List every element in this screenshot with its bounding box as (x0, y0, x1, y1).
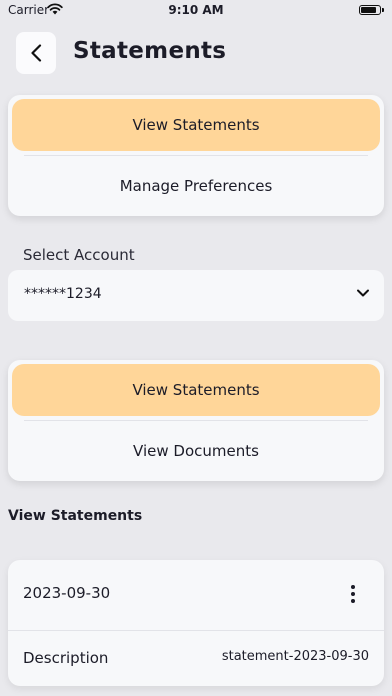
segment-divider (24, 155, 368, 156)
account-select[interactable]: ******1234 (8, 270, 384, 321)
battery-icon (359, 5, 384, 15)
chevron-left-icon (31, 44, 42, 62)
section-title: View Statements (8, 508, 143, 524)
status-bar: Carrier 9:10 AM (0, 0, 392, 22)
select-account-label: Select Account (23, 246, 135, 264)
description-value: statement-2023-09-30 (221, 649, 369, 664)
description-label: Description (23, 649, 109, 667)
clock: 9:10 AM (168, 3, 224, 17)
tab-view-statements[interactable]: View Statements (12, 99, 380, 151)
chevron-down-icon (357, 289, 369, 297)
account-select-value: ******1234 (24, 286, 102, 302)
tab-manage-preferences[interactable]: Manage Preferences (12, 160, 380, 212)
tab-view-statements-docs[interactable]: View Statements (12, 364, 380, 416)
statement-date: 2023-09-30 (23, 584, 111, 602)
page-title: Statements (73, 38, 227, 64)
tab-view-documents[interactable]: View Documents (12, 425, 380, 477)
statement-card[interactable]: 2023-09-30 Description statement-2023-09… (8, 560, 384, 686)
statements-documents-segment: View Statements View Documents (8, 360, 384, 481)
statements-preferences-segment: View Statements Manage Preferences (8, 95, 384, 216)
more-options-icon[interactable] (348, 582, 358, 606)
back-button[interactable] (16, 32, 56, 74)
statement-divider (8, 630, 384, 631)
header: Statements (16, 32, 376, 74)
segment-divider (24, 420, 368, 421)
